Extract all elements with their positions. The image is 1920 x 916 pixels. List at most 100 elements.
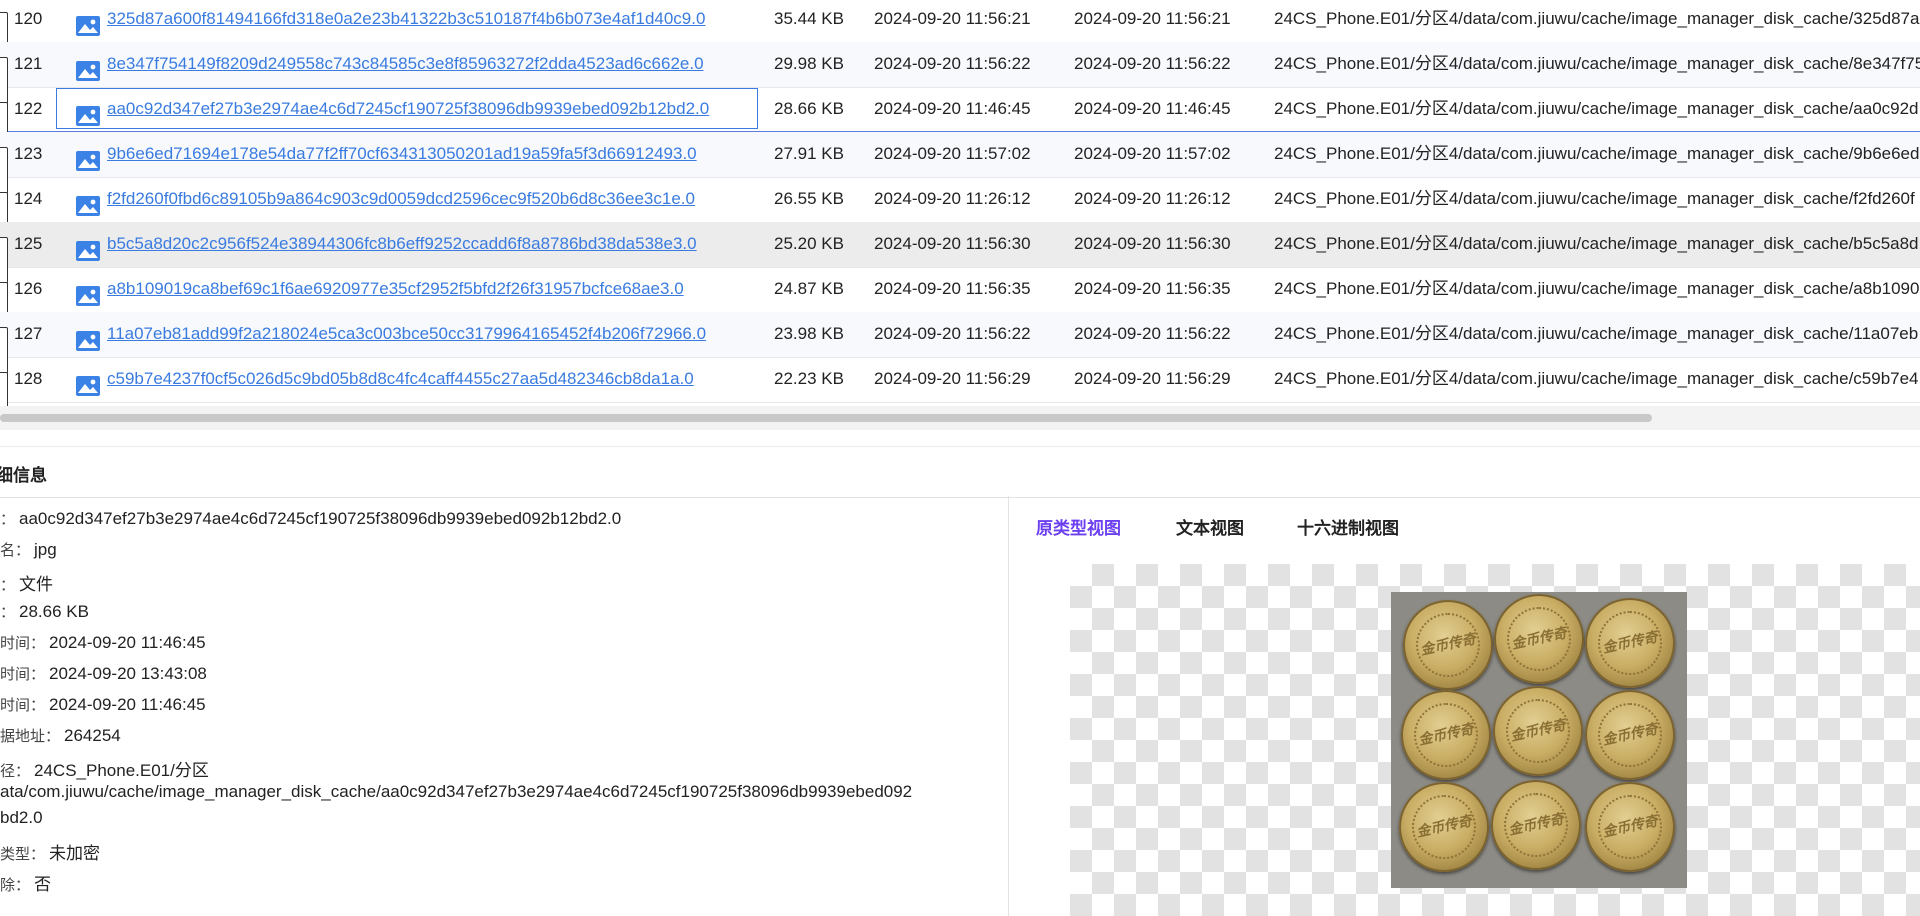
- file-size: 26.55 KB: [774, 189, 844, 208]
- property-row: 据地址： 264254: [0, 725, 121, 746]
- coin-graphic: 金币传奇: [1401, 690, 1491, 780]
- file-size: 22.23 KB: [774, 369, 844, 388]
- file-name-link[interactable]: c59b7e4237f0cf5c026d5c9bd05b8d8c4fc4caff…: [107, 357, 694, 402]
- property-key: ：: [0, 577, 16, 594]
- modified-time: 2024-09-20 11:26:12: [874, 189, 1031, 208]
- table-row[interactable]: 123 9b6e6ed71694e178e54da77f2ff70cf634313…: [0, 132, 1920, 194]
- property-key: 据地址：: [0, 728, 61, 745]
- detail-header: 细信息: [0, 446, 1920, 498]
- property-row: 径： 24CS_Phone.E01/分区: [0, 756, 209, 781]
- file-size: 25.20 KB: [774, 234, 844, 253]
- property-row: 时间： 2024-09-20 11:46:45: [0, 694, 206, 715]
- horizontal-scrollbar[interactable]: [0, 406, 1920, 430]
- modified-time: 2024-09-20 11:56:22: [874, 324, 1031, 343]
- coin-text: 金币传奇: [1415, 813, 1474, 841]
- coin-text: 金币传奇: [1510, 625, 1569, 653]
- file-name-link[interactable]: b5c5a8d20c2c956f524e38944306fc8b6eff9252…: [107, 222, 697, 267]
- property-row: 除：否: [0, 870, 51, 895]
- file-name-link[interactable]: 8e347f754149f8209d249558c743c84585c3e8f8…: [107, 42, 704, 87]
- file-name-link[interactable]: 325d87a600f81494166fd318e0a2e23b41322b3c…: [107, 0, 705, 42]
- detail-title: 细信息: [0, 466, 47, 485]
- file-path: 24CS_Phone.E01/分区4/data/com.jiuwu/cache/…: [1274, 9, 1920, 28]
- coin-graphic: 金币传奇: [1493, 686, 1583, 776]
- modified-time: 2024-09-20 11:57:02: [874, 144, 1031, 163]
- file-path: 24CS_Phone.E01/分区4/data/com.jiuwu/cache/…: [1274, 144, 1920, 163]
- preview-image: 金币传奇 金币传奇 金币传奇 金币传奇 金币传奇 金币传奇 金币传奇 金币传奇 金币传奇: [1391, 592, 1687, 888]
- coin-graphic: 金币传奇: [1585, 598, 1675, 688]
- row-index: 120: [14, 9, 43, 28]
- coin-text: 金币传奇: [1601, 813, 1660, 841]
- table-row[interactable]: 128 c59b7e4237f0cf5c026d5c9bd05b8d8c4fc4c…: [0, 357, 1920, 406]
- modified-time: 2024-09-20 11:56:30: [874, 234, 1031, 253]
- property-value: 否: [34, 875, 52, 894]
- row-index: 125: [14, 234, 43, 253]
- image-file-icon: [76, 369, 100, 406]
- coin-graphic: 金币传奇: [1491, 780, 1581, 870]
- property-value: ata/com.jiuwu/cache/image_manager_disk_c…: [0, 782, 913, 801]
- table-row[interactable]: 124 f2fd260f0fbd6c89105b9a864c903c9d0059d…: [0, 177, 1920, 239]
- property-key: ：: [0, 604, 16, 621]
- property-key: ：: [0, 511, 16, 528]
- property-value: bd2.0: [0, 808, 43, 827]
- tab-view-0[interactable]: 原类型视图: [1036, 514, 1121, 539]
- row-index: 126: [14, 279, 43, 298]
- property-key: 除：: [0, 877, 31, 894]
- created-time: 2024-09-20 11:46:45: [1074, 99, 1231, 118]
- row-checkbox[interactable]: [0, 372, 8, 406]
- tab-view-1[interactable]: 文本视图: [1176, 514, 1244, 539]
- file-path: 24CS_Phone.E01/分区4/data/com.jiuwu/cache/…: [1274, 279, 1920, 298]
- tab-view-2[interactable]: 十六进制视图: [1297, 514, 1399, 539]
- table-row[interactable]: 127 11a07eb81add99f2a218024e5ca3c003bce50…: [0, 312, 1920, 374]
- file-path: 24CS_Phone.E01/分区4/data/com.jiuwu/cache/…: [1274, 369, 1919, 388]
- modified-time: 2024-09-20 11:56:35: [874, 279, 1031, 298]
- file-table: 120 325d87a600f81494166fd318e0a2e23b41322…: [0, 0, 1920, 406]
- property-value: 2024-09-20 11:46:45: [49, 695, 206, 714]
- file-path: 24CS_Phone.E01/分区4/data/com.jiuwu/cache/…: [1274, 99, 1919, 118]
- file-size: 29.98 KB: [774, 54, 844, 73]
- property-value: aa0c92d347ef27b3e2974ae4c6d7245cf190725f…: [19, 509, 622, 528]
- file-path: 24CS_Phone.E01/分区4/data/com.jiuwu/cache/…: [1274, 54, 1920, 73]
- scrollbar-thumb[interactable]: [0, 414, 1652, 422]
- created-time: 2024-09-20 11:56:35: [1074, 279, 1231, 298]
- created-time: 2024-09-20 11:57:02: [1074, 144, 1231, 163]
- created-time: 2024-09-20 11:56:22: [1074, 54, 1231, 73]
- modified-time: 2024-09-20 11:56:29: [874, 369, 1031, 388]
- property-value: jpg: [34, 540, 57, 559]
- property-value: 28.66 KB: [19, 602, 89, 621]
- modified-time: 2024-09-20 11:56:21: [874, 9, 1031, 28]
- modified-time: 2024-09-20 11:56:22: [874, 54, 1031, 73]
- property-value: 未加密: [49, 844, 101, 863]
- file-size: 35.44 KB: [774, 9, 844, 28]
- row-index: 127: [14, 324, 43, 343]
- file-name-link[interactable]: f2fd260f0fbd6c89105b9a864c903c9d0059dcd2…: [107, 177, 695, 222]
- row-index: 124: [14, 189, 43, 208]
- table-row[interactable]: 120 325d87a600f81494166fd318e0a2e23b41322…: [0, 0, 1920, 59]
- properties-panel: ： aa0c92d347ef27b3e2974ae4c6d7245cf190725…: [0, 496, 1008, 916]
- property-value: 文件: [19, 575, 54, 594]
- property-row: 时间： 2024-09-20 11:46:45: [0, 632, 206, 653]
- property-value: 2024-09-20 13:43:08: [49, 664, 207, 683]
- coin-graphic: 金币传奇: [1585, 782, 1675, 872]
- file-size: 23.98 KB: [774, 324, 844, 343]
- coin-graphic: 金币传奇: [1494, 594, 1584, 684]
- coin-text: 金币传奇: [1601, 629, 1660, 657]
- panel-divider[interactable]: [1008, 496, 1009, 916]
- property-row: ： aa0c92d347ef27b3e2974ae4c6d7245cf190725…: [0, 508, 621, 529]
- file-size: 28.66 KB: [774, 99, 844, 118]
- file-name-link[interactable]: a8b109019ca8bef69c1f6ae6920977e35cf2952f…: [107, 267, 684, 312]
- coin-text: 金币传奇: [1419, 631, 1478, 659]
- table-row[interactable]: 125 b5c5a8d20c2c956f524e38944306fc8b6eff9…: [0, 222, 1920, 284]
- created-time: 2024-09-20 11:56:29: [1074, 369, 1231, 388]
- selection-outline: [56, 88, 758, 129]
- table-row[interactable]: 122 aa0c92d347ef27b3e2974ae4c6d7245cf1907…: [0, 87, 1920, 149]
- property-key: 时间：: [0, 697, 46, 714]
- coin-text: 金币传奇: [1507, 811, 1566, 839]
- file-name-link[interactable]: 11a07eb81add99f2a218024e5ca3c003bce50cc3…: [107, 312, 706, 357]
- table-row[interactable]: 121 8e347f754149f8209d249558c743c84585c3e…: [0, 42, 1920, 104]
- property-row: ata/com.jiuwu/cache/image_manager_disk_c…: [0, 782, 912, 802]
- property-value: 264254: [64, 726, 121, 745]
- property-row: 类型： 未加密: [0, 839, 100, 864]
- table-row[interactable]: 126 a8b109019ca8bef69c1f6ae6920977e35cf29…: [0, 267, 1920, 329]
- file-name-link[interactable]: 9b6e6ed71694e178e54da77f2ff70cf634313050…: [107, 132, 697, 177]
- created-time: 2024-09-20 11:26:12: [1074, 189, 1231, 208]
